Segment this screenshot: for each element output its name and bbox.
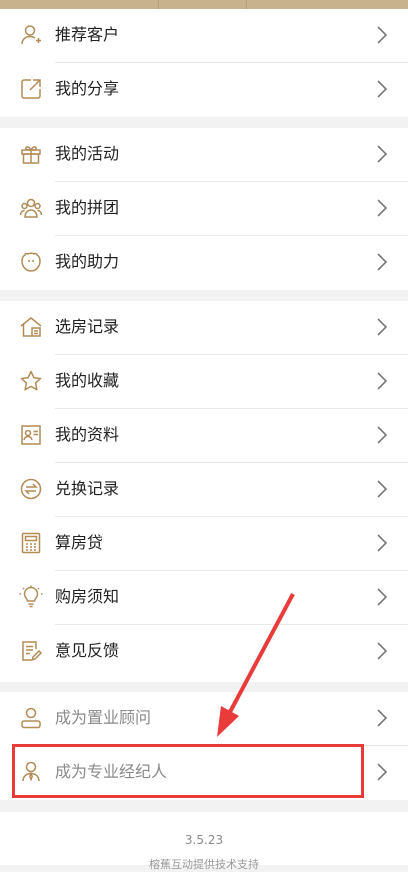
calculator-icon <box>19 531 43 555</box>
footer: 3.5.23 榕蕉互动提供技术支持 <box>0 812 408 871</box>
app-version: 3.5.23 <box>184 833 224 847</box>
tech-support-text: 榕蕉互动提供技术支持 <box>149 858 259 871</box>
house-icon <box>19 315 43 339</box>
exchange-icon <box>19 477 43 501</box>
chevron-right-icon <box>376 79 388 99</box>
menu-item-label: 推荐客户 <box>55 25 120 44</box>
chevron-right-icon <box>376 371 388 391</box>
menu-item-room-selection-record[interactable]: 选房记录 <box>0 301 408 355</box>
menu-item-feedback[interactable]: 意见反馈 <box>0 625 408 679</box>
menu-section-1: 推荐客户 我的分享 <box>0 9 408 117</box>
edit-note-icon <box>19 639 43 663</box>
lightbulb-icon <box>19 585 43 609</box>
menu-item-mortgage-calculator[interactable]: 算房贷 <box>0 517 408 571</box>
chevron-right-icon <box>376 762 388 782</box>
highlight-box <box>12 744 364 798</box>
menu-item-label: 我的活动 <box>55 144 120 163</box>
consultant-icon <box>19 706 43 730</box>
menu-item-label: 兑换记录 <box>55 479 120 498</box>
chevron-right-icon <box>376 252 388 272</box>
chevron-right-icon <box>376 708 388 728</box>
chevron-right-icon <box>376 425 388 445</box>
menu-item-my-profile[interactable]: 我的资料 <box>0 409 408 463</box>
menu-item-become-property-consultant[interactable]: 成为置业顾问 <box>0 692 408 746</box>
menu-item-my-activities[interactable]: 我的活动 <box>0 128 408 182</box>
menu-item-label: 我的助力 <box>55 252 120 271</box>
menu-item-label: 我的分享 <box>55 79 120 98</box>
menu-item-label: 购房须知 <box>55 587 120 606</box>
id-card-icon <box>19 423 43 447</box>
menu-item-exchange-record[interactable]: 兑换记录 <box>0 463 408 517</box>
menu-item-purchase-guide[interactable]: 购房须知 <box>0 571 408 625</box>
menu-item-my-group-buy[interactable]: 我的拼团 <box>0 182 408 236</box>
menu-section-3: 选房记录 我的收藏 我的资料 兑换记录 算房贷 购房须知 意见反馈 <box>0 301 408 682</box>
chevron-right-icon <box>376 479 388 499</box>
chevron-right-icon <box>376 25 388 45</box>
menu-item-label: 成为置业顾问 <box>55 708 152 727</box>
group-icon <box>19 196 43 220</box>
chevron-right-icon <box>376 587 388 607</box>
menu-item-my-share[interactable]: 我的分享 <box>0 63 408 117</box>
menu-section-2: 我的活动 我的拼团 我的助力 <box>0 128 408 290</box>
menu-item-my-boost[interactable]: 我的助力 <box>0 236 408 290</box>
menu-item-recommend-customer[interactable]: 推荐客户 <box>0 9 408 63</box>
star-icon <box>19 369 43 393</box>
pig-icon <box>19 250 43 274</box>
menu-item-my-favorites[interactable]: 我的收藏 <box>0 355 408 409</box>
chevron-right-icon <box>376 198 388 218</box>
menu-item-label: 意见反馈 <box>55 641 120 660</box>
menu-item-label: 选房记录 <box>55 317 120 336</box>
share-icon <box>19 77 43 101</box>
chevron-right-icon <box>376 533 388 553</box>
gift-icon <box>19 142 43 166</box>
menu-item-label: 我的拼团 <box>55 198 120 217</box>
menu-item-label: 我的资料 <box>55 425 120 444</box>
chevron-right-icon <box>376 641 388 661</box>
header-band <box>0 0 408 9</box>
menu-item-label: 我的收藏 <box>55 371 120 390</box>
user-icon <box>19 23 43 47</box>
chevron-right-icon <box>376 144 388 164</box>
chevron-right-icon <box>376 317 388 337</box>
menu-item-label: 算房贷 <box>55 533 104 552</box>
